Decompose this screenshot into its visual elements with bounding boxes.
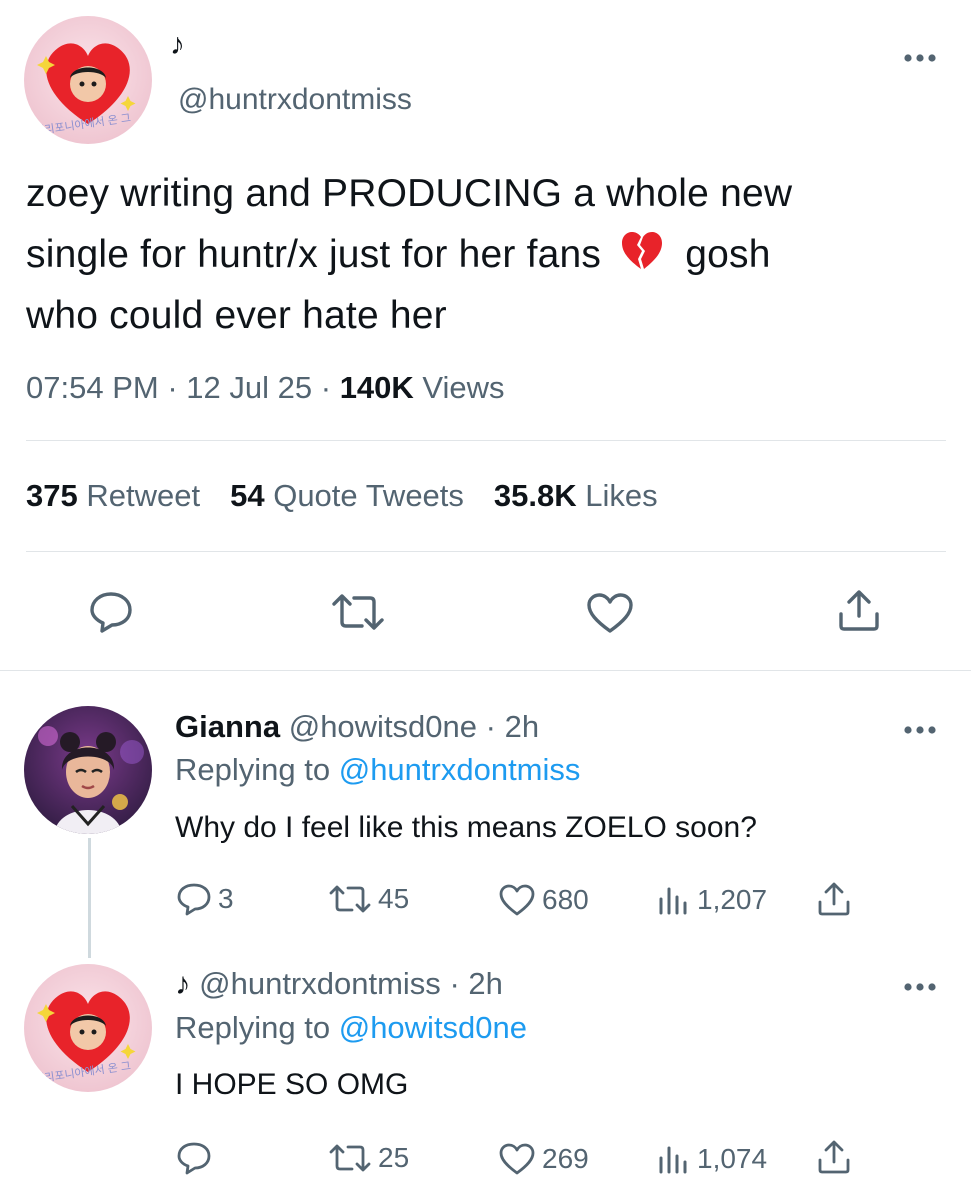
views-icon	[659, 887, 687, 915]
likes-count: 35.8K	[493, 478, 577, 513]
likes-label: Likes	[585, 478, 658, 513]
reply-time[interactable]: 2h	[468, 966, 502, 1001]
replying-to: Replying to @huntrxdontmiss	[175, 752, 580, 788]
quotes-stat[interactable]: 54 Quote Tweets	[230, 478, 464, 513]
retweet-count-action[interactable]: 45	[328, 883, 409, 915]
tweet-text-line-3: who could ever hate her	[26, 294, 447, 337]
reply-icon	[177, 883, 211, 916]
engagement-stats: 375 Retweet 54 Quote Tweets 35.8K Likes	[26, 478, 658, 514]
views-count-action[interactable]: 1,074	[657, 1142, 767, 1176]
reply-display-name[interactable]: Gianna	[175, 709, 280, 744]
meta-separator: ·	[320, 370, 332, 405]
share-icon[interactable]	[816, 880, 852, 918]
tweet-text-line-2a: single for huntr/x just for her fans	[26, 233, 602, 276]
retweet-count: 25	[378, 1142, 410, 1173]
reply-separator: ·	[449, 966, 460, 1001]
main-handle[interactable]: @huntrxdontmiss	[178, 83, 412, 117]
views-count: 140K	[339, 370, 414, 405]
like-count-action[interactable]: 680	[498, 883, 589, 917]
quotes-label: Quote Tweets	[273, 478, 464, 513]
reply-avatar[interactable]	[24, 706, 152, 834]
retweet-count: 45	[378, 883, 410, 914]
anime-character-avatar-icon	[24, 706, 152, 834]
replying-to-link[interactable]: @huntrxdontmiss	[339, 752, 581, 787]
views-label: Views	[422, 370, 505, 405]
reply-icon	[177, 1142, 211, 1175]
tweet-date[interactable]: 12 Jul 25	[186, 370, 312, 405]
retweet-icon	[329, 1144, 371, 1172]
retweet-count-action[interactable]: 25	[328, 1142, 409, 1174]
tweet-text-line-2: single for huntr/x just for her fans gos…	[26, 224, 946, 285]
reply-display-name[interactable]: ♪	[175, 966, 191, 1001]
retweets-stat[interactable]: 375 Retweet	[26, 478, 200, 513]
replying-to-link[interactable]: @howitsd0ne	[339, 1010, 527, 1045]
reply-count-action[interactable]	[176, 1140, 218, 1176]
views-count-action[interactable]: 1,207	[657, 883, 767, 917]
retweets-count: 375	[26, 478, 78, 513]
retweet-icon[interactable]	[330, 592, 386, 632]
like-count: 269	[542, 1143, 589, 1174]
reply-header: ♪ @huntrxdontmiss · 2h	[175, 966, 503, 1002]
replying-to: Replying to @howitsd0ne	[175, 1010, 527, 1046]
reply-handle[interactable]: @howitsd0ne	[289, 709, 477, 744]
share-icon[interactable]	[836, 588, 882, 634]
quotes-count: 54	[230, 478, 265, 513]
meta-separator: ·	[167, 370, 178, 405]
more-options-icon[interactable]	[900, 979, 940, 999]
tweet-time[interactable]: 07:54 PM	[26, 370, 159, 405]
reply-avatar[interactable]: 캘리포니아에서 온 그	[24, 964, 152, 1092]
tweet-text-line-1: zoey writing and PRODUCING a whole new	[26, 172, 793, 215]
reply-time[interactable]: 2h	[505, 709, 539, 744]
views-count: 1,074	[697, 1143, 768, 1174]
like-icon[interactable]	[586, 592, 634, 634]
tweet-text: zoey writing and PRODUCING a whole new s…	[26, 163, 946, 346]
broken-heart-icon	[620, 229, 664, 273]
more-options-icon[interactable]	[900, 50, 940, 70]
reply-count: 3	[218, 883, 234, 914]
reply-handle[interactable]: @huntrxdontmiss	[199, 966, 441, 1001]
reply-count-action[interactable]: 3	[176, 881, 234, 917]
reply-text: Why do I feel like this means ZOELO soon…	[175, 811, 757, 844]
like-count-action[interactable]: 269	[498, 1142, 589, 1176]
like-count: 680	[542, 884, 589, 915]
divider	[0, 670, 971, 671]
likes-stat[interactable]: 35.8K Likes	[494, 478, 658, 513]
divider	[26, 551, 946, 552]
like-icon	[499, 884, 535, 916]
more-options-icon[interactable]	[900, 722, 940, 742]
main-display-name[interactable]: ♪	[170, 28, 185, 62]
replying-label: Replying to	[175, 752, 331, 787]
reply-separator: ·	[485, 709, 496, 744]
divider	[26, 440, 946, 441]
share-icon[interactable]	[816, 1138, 852, 1176]
views-count: 1,207	[697, 884, 768, 915]
reply-text: I HOPE SO OMG	[175, 1068, 409, 1101]
views-icon	[659, 1146, 687, 1174]
tweet-meta: 07:54 PM · 12 Jul 25 · 140K Views	[26, 370, 505, 406]
reply-icon[interactable]	[88, 590, 134, 634]
reply-header: Gianna @howitsd0ne · 2h	[175, 709, 539, 745]
retweets-label: Retweet	[86, 478, 201, 513]
tweet-text-line-2b: gosh	[685, 233, 771, 276]
replying-label: Replying to	[175, 1010, 331, 1045]
main-avatar[interactable]: 캘리포니아에서 온 그	[24, 16, 152, 144]
retweet-icon	[329, 885, 371, 913]
thread-connector-line	[88, 838, 91, 958]
like-icon	[499, 1143, 535, 1175]
